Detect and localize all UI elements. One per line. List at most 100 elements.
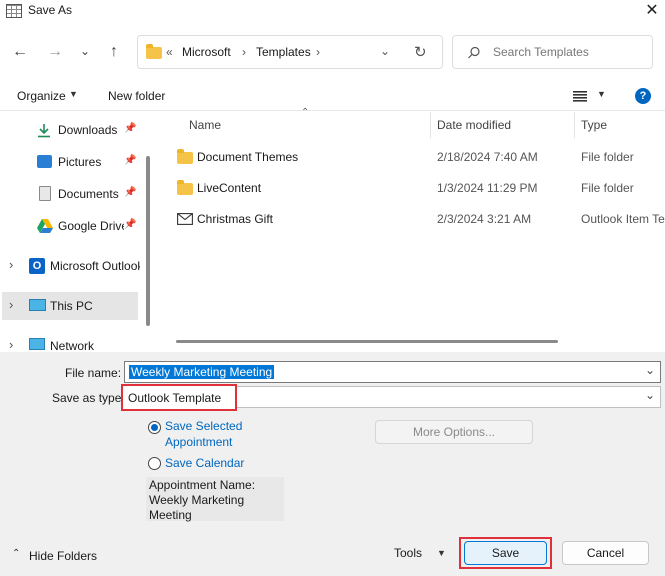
file-name-input[interactable]: Weekly Marketing Meeting — [129, 365, 275, 379]
pc-icon — [29, 299, 46, 311]
search-input[interactable]: Search Templates — [493, 45, 589, 59]
expand-chevron-icon[interactable]: › — [9, 257, 13, 272]
sidebar-item-label: Pictures — [58, 155, 102, 169]
help-icon[interactable]: ? — [635, 88, 651, 104]
sidebar-item-outlook[interactable]: O Microsoft Outlook — [20, 252, 140, 280]
folder-icon — [177, 149, 193, 164]
horizontal-scrollbar[interactable] — [176, 340, 558, 343]
search-box[interactable]: Search Templates — [452, 35, 653, 69]
caret-down-icon[interactable]: ▼ — [69, 89, 78, 99]
caret-down-icon[interactable]: ▼ — [437, 548, 446, 558]
sidebar-item-label: Google Drive — [58, 219, 124, 233]
appointment-info: Appointment Name: Weekly Marketing Meeti… — [146, 477, 284, 522]
sidebar-item-google-drive[interactable]: Google Drive 📌 — [0, 212, 140, 240]
command-bar: Organize ▼ New folder ▼ ? — [0, 81, 665, 111]
pictures-icon — [37, 155, 52, 168]
pin-icon: 📌 — [124, 155, 137, 166]
file-type: File folder — [581, 150, 634, 164]
file-date: 2/3/2024 3:21 AM — [437, 212, 532, 226]
recent-locations-button[interactable]: ⌄ — [74, 40, 96, 62]
sidebar-item-this-pc[interactable]: › This PC — [2, 292, 138, 320]
sidebar-item-network[interactable]: Network — [20, 332, 140, 353]
expand-chevron-icon[interactable]: › — [9, 337, 13, 352]
file-name-label: File name: — [65, 366, 122, 380]
file-date: 1/3/2024 11:29 PM — [437, 181, 538, 195]
refresh-icon[interactable]: ↻ — [414, 43, 427, 61]
file-name: Christmas Gift — [197, 212, 274, 226]
save-selected-label[interactable]: Save Selected — [165, 419, 242, 433]
breadcrumb-separator-icon: › — [242, 45, 246, 59]
info-line: Meeting — [149, 508, 192, 522]
column-header-type[interactable]: Type — [581, 118, 607, 132]
more-options-button[interactable]: More Options... — [375, 420, 533, 444]
save-button[interactable]: Save — [464, 541, 547, 565]
save-calendar-radio[interactable] — [148, 457, 161, 470]
chevron-down-icon[interactable]: ⌄ — [645, 388, 655, 402]
breadcrumb-microsoft[interactable]: Microsoft — [182, 45, 231, 59]
table-row[interactable]: Christmas Gift 2/3/2024 3:21 AM Outlook … — [170, 208, 665, 232]
documents-icon — [39, 186, 51, 201]
breadcrumb-overflow[interactable]: « — [166, 45, 173, 59]
sidebar-item-label: Network — [50, 339, 95, 353]
sidebar-item-label: Documents — [58, 187, 119, 201]
info-line: Weekly Marketing — [149, 493, 245, 507]
save-calendar-label[interactable]: Save Calendar — [165, 456, 244, 470]
info-line: Appointment Name: — [149, 478, 256, 492]
download-icon — [38, 124, 50, 138]
file-type: File folder — [581, 181, 634, 195]
close-icon[interactable]: ✕ — [641, 0, 663, 22]
file-name: LiveContent — [197, 181, 262, 195]
title-bar: Save As ✕ — [0, 0, 665, 24]
caret-down-icon[interactable]: ▼ — [597, 89, 606, 99]
expand-chevron-icon[interactable]: › — [9, 297, 13, 312]
cancel-button[interactable]: Cancel — [562, 541, 649, 565]
pin-icon: 📌 — [124, 219, 137, 230]
table-row[interactable]: Document Themes 2/18/2024 7:40 AM File f… — [170, 146, 665, 170]
hide-folders-button[interactable]: Hide Folders — [29, 549, 97, 563]
column-divider[interactable] — [574, 112, 575, 138]
chevron-down-icon[interactable]: ⌄ — [380, 44, 390, 58]
forward-button[interactable]: → — [44, 41, 66, 63]
sort-ascending-icon: ⌃ — [301, 107, 310, 118]
sidebar-item-documents[interactable]: Documents 📌 — [0, 180, 140, 208]
app-icon — [6, 4, 22, 18]
save-selected-radio[interactable] — [148, 421, 161, 434]
outlook-icon: O — [29, 258, 45, 274]
chevron-up-icon[interactable]: ⌃ — [12, 548, 20, 559]
pin-icon: 📌 — [124, 187, 137, 198]
file-name-field[interactable]: Weekly Marketing Meeting ⌄ — [124, 361, 661, 383]
column-header-date[interactable]: Date modified — [437, 118, 511, 132]
address-bar[interactable]: « Microsoft › Templates › ⌄ ↻ — [137, 35, 443, 69]
sidebar-item-label: Microsoft Outlook — [50, 259, 140, 273]
sidebar-scrollbar[interactable] — [146, 156, 150, 326]
window-title: Save As — [28, 3, 73, 17]
view-menu-icon[interactable] — [573, 91, 587, 102]
navigation-pane: Downloads 📌 Pictures 📌 Documents 📌 Googl… — [0, 112, 152, 353]
folder-icon — [146, 44, 162, 59]
sidebar-item-downloads[interactable]: Downloads 📌 — [0, 116, 140, 144]
table-row[interactable]: LiveContent 1/3/2024 11:29 PM File folde… — [170, 177, 665, 201]
column-header-name[interactable]: Name — [189, 118, 221, 132]
column-divider[interactable] — [430, 112, 431, 138]
back-button[interactable]: ← — [9, 41, 31, 63]
sidebar-item-label: Downloads — [58, 123, 118, 137]
sidebar-item-pictures[interactable]: Pictures 📌 — [0, 148, 140, 176]
file-type: Outlook Item Te — [581, 212, 665, 226]
save-type-highlight[interactable]: Outlook Template — [121, 384, 237, 411]
save-type-label: Save as type: — [52, 391, 125, 405]
chevron-down-icon[interactable]: ⌄ — [645, 363, 655, 377]
breadcrumb-separator-icon: › — [316, 45, 320, 59]
mail-icon — [177, 213, 193, 225]
file-date: 2/18/2024 7:40 AM — [437, 150, 538, 164]
save-selected-label-line2[interactable]: Appointment — [165, 435, 232, 449]
folder-icon — [177, 180, 193, 195]
network-icon — [29, 338, 45, 350]
file-name: Document Themes — [197, 150, 299, 164]
new-folder-button[interactable]: New folder — [108, 89, 165, 103]
search-icon — [468, 46, 480, 59]
save-type-value: Outlook Template — [128, 391, 222, 405]
organize-button[interactable]: Organize — [17, 89, 66, 103]
breadcrumb-templates[interactable]: Templates — [256, 45, 311, 59]
up-button[interactable]: ↑ — [103, 41, 125, 63]
tools-button[interactable]: Tools — [394, 546, 422, 560]
